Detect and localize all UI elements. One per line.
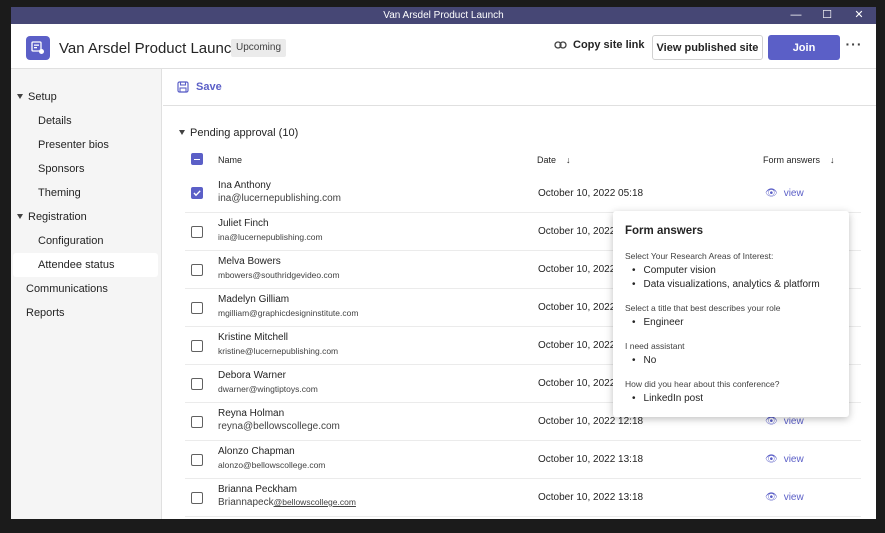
registration-date: October 10, 2022 12:18 bbox=[538, 416, 644, 427]
attendee-name: Juliet Finch bbox=[218, 218, 269, 229]
attendee-name: Brianna Peckham bbox=[218, 484, 297, 495]
registration-date: October 10, 2022 05:18 bbox=[538, 188, 644, 199]
attendee-name: Alonzo Chapman bbox=[218, 446, 295, 457]
app-window: Van Arsdel Product Launch Upcoming Copy … bbox=[11, 24, 876, 519]
form-question: Select a title that best describes your … bbox=[625, 303, 781, 313]
minimize-icon[interactable]: — bbox=[781, 7, 811, 24]
view-published-site-button[interactable]: View published site bbox=[652, 35, 763, 60]
row-checkbox[interactable] bbox=[191, 492, 203, 504]
view-form-answers-link[interactable]: 👁 view bbox=[765, 188, 804, 199]
view-form-answers-link[interactable]: 👁 view bbox=[765, 416, 804, 427]
attendee-name: Madelyn Gilliam bbox=[218, 294, 290, 305]
form-answer: Data visualizations, analytics & platfor… bbox=[632, 279, 820, 290]
sidebar-item-communications[interactable]: Communications bbox=[11, 277, 162, 301]
save-label: Save bbox=[196, 81, 222, 93]
attendee-email: kristine@lucernepublishing.com bbox=[218, 346, 339, 356]
table-row[interactable]: Alonzo Chapman alonzo@bellowscollege.com… bbox=[185, 441, 861, 479]
attendee-email: ina@lucernepublishing.com bbox=[218, 232, 323, 242]
sidebar-item-details[interactable]: Details bbox=[11, 109, 162, 133]
attendee-email: dwarner@wingtiptoys.com bbox=[218, 384, 318, 394]
copy-site-link-button[interactable]: Copy site link bbox=[554, 39, 645, 51]
eye-icon: 👁 bbox=[765, 492, 778, 503]
sidebar-item-setup[interactable]: Setup bbox=[11, 85, 162, 109]
attendee-email: alonzo@bellowscollege.com bbox=[218, 460, 326, 470]
view-form-answers-link[interactable]: 👁 view bbox=[765, 492, 804, 503]
view-form-answers-link[interactable]: 👁 view bbox=[765, 454, 804, 465]
pending-approval-section-toggle[interactable]: Pending approval (10) bbox=[179, 127, 298, 139]
column-header-name[interactable]: Name bbox=[218, 155, 242, 165]
form-answers-popover: Form answers Select Your Research Areas … bbox=[613, 211, 849, 417]
eye-icon: 👁 bbox=[765, 416, 778, 427]
sidebar-item-theming[interactable]: Theming bbox=[11, 181, 162, 205]
row-checkbox[interactable] bbox=[191, 302, 203, 314]
eye-icon: 👁 bbox=[765, 188, 778, 199]
attendee-email: Briannapeck@bellowscollege.com bbox=[218, 497, 356, 508]
table-row[interactable]: Brianna Peckham Briannapeck@bellowscolle… bbox=[185, 479, 861, 517]
form-answer: Engineer bbox=[632, 317, 684, 328]
column-header-label: Date bbox=[537, 155, 557, 165]
window-title: Van Arsdel Product Launch bbox=[383, 10, 504, 21]
popover-title: Form answers bbox=[625, 225, 703, 237]
form-answer: Computer vision bbox=[632, 265, 716, 276]
attendee-email: mgilliam@graphicdesigninstitute.com bbox=[218, 308, 359, 318]
form-question: How did you hear about this conference? bbox=[625, 379, 780, 389]
sidebar-item-attendee-status[interactable]: Attendee status bbox=[13, 253, 158, 277]
app-header: Van Arsdel Product Launch Upcoming Copy … bbox=[11, 24, 876, 69]
link-icon bbox=[554, 41, 567, 49]
more-options-icon[interactable]: ··· bbox=[845, 36, 863, 56]
caret-down-icon bbox=[179, 130, 185, 135]
attendee-name: Ina Anthony bbox=[218, 180, 271, 191]
sort-down-icon: ↓ bbox=[830, 155, 835, 165]
select-all-checkbox[interactable] bbox=[191, 153, 203, 165]
maximize-icon[interactable]: ☐ bbox=[812, 7, 842, 24]
attendee-name: Debora Warner bbox=[218, 370, 286, 381]
page-title: Van Arsdel Product Launch bbox=[59, 40, 240, 57]
status-badge: Upcoming bbox=[231, 39, 287, 57]
row-checkbox[interactable] bbox=[191, 187, 203, 199]
sidebar-item-presenter-bios[interactable]: Presenter bios bbox=[11, 133, 162, 157]
column-header-date[interactable]: Date ↓ bbox=[537, 155, 571, 165]
sidebar: Setup Details Presenter bios Sponsors Th… bbox=[11, 69, 162, 519]
column-header-label: Form answers bbox=[763, 155, 821, 165]
save-icon bbox=[177, 81, 189, 93]
attendee-name: Kristine Mitchell bbox=[218, 332, 289, 343]
attendee-email: mbowers@southridgevideo.com bbox=[218, 270, 340, 280]
window-titlebar: Van Arsdel Product Launch — ☐ ✕ bbox=[11, 7, 876, 24]
attendee-email: ina@lucernepublishing.com bbox=[218, 193, 341, 204]
attendee-name: Melva Bowers bbox=[218, 256, 281, 267]
form-answer: LinkedIn post bbox=[632, 393, 704, 404]
form-question: I need assistant bbox=[625, 341, 685, 351]
row-checkbox[interactable] bbox=[191, 264, 203, 276]
event-app-icon bbox=[26, 36, 50, 60]
sidebar-item-sponsors[interactable]: Sponsors bbox=[11, 157, 162, 181]
row-checkbox[interactable] bbox=[191, 416, 203, 428]
sort-down-icon: ↓ bbox=[566, 155, 571, 165]
form-question: Select Your Research Areas of Interest: bbox=[625, 251, 774, 261]
column-header-form-answers[interactable]: Form answers ↓ bbox=[763, 155, 835, 165]
sidebar-item-configuration[interactable]: Configuration bbox=[11, 229, 162, 253]
row-checkbox[interactable] bbox=[191, 454, 203, 466]
join-button[interactable]: Join bbox=[768, 35, 840, 60]
table-row[interactable]: Ina Anthony ina@lucernepublishing.com Oc… bbox=[185, 175, 861, 213]
section-title: Pending approval (10) bbox=[190, 127, 299, 139]
row-checkbox[interactable] bbox=[191, 226, 203, 238]
row-checkbox[interactable] bbox=[191, 340, 203, 352]
sidebar-item-reports[interactable]: Reports bbox=[11, 301, 162, 325]
form-answer: No bbox=[632, 355, 657, 366]
attendee-name: Reyna Holman bbox=[218, 408, 285, 419]
save-button[interactable]: Save bbox=[177, 81, 222, 93]
sidebar-item-label: Setup bbox=[28, 91, 57, 103]
sidebar-item-label: Registration bbox=[28, 211, 87, 223]
toolbar: Save bbox=[163, 69, 876, 106]
attendee-email: reyna@bellowscollege.com bbox=[218, 421, 340, 432]
registration-date: October 10, 2022 13:18 bbox=[538, 454, 644, 465]
caret-down-icon bbox=[17, 94, 23, 99]
row-checkbox[interactable] bbox=[191, 378, 203, 390]
sidebar-item-registration[interactable]: Registration bbox=[11, 205, 162, 229]
registration-date: October 10, 2022 13:18 bbox=[538, 492, 644, 503]
close-icon[interactable]: ✕ bbox=[844, 7, 874, 24]
caret-down-icon bbox=[17, 214, 23, 219]
copy-site-link-label: Copy site link bbox=[573, 39, 645, 51]
eye-icon: 👁 bbox=[765, 454, 778, 465]
